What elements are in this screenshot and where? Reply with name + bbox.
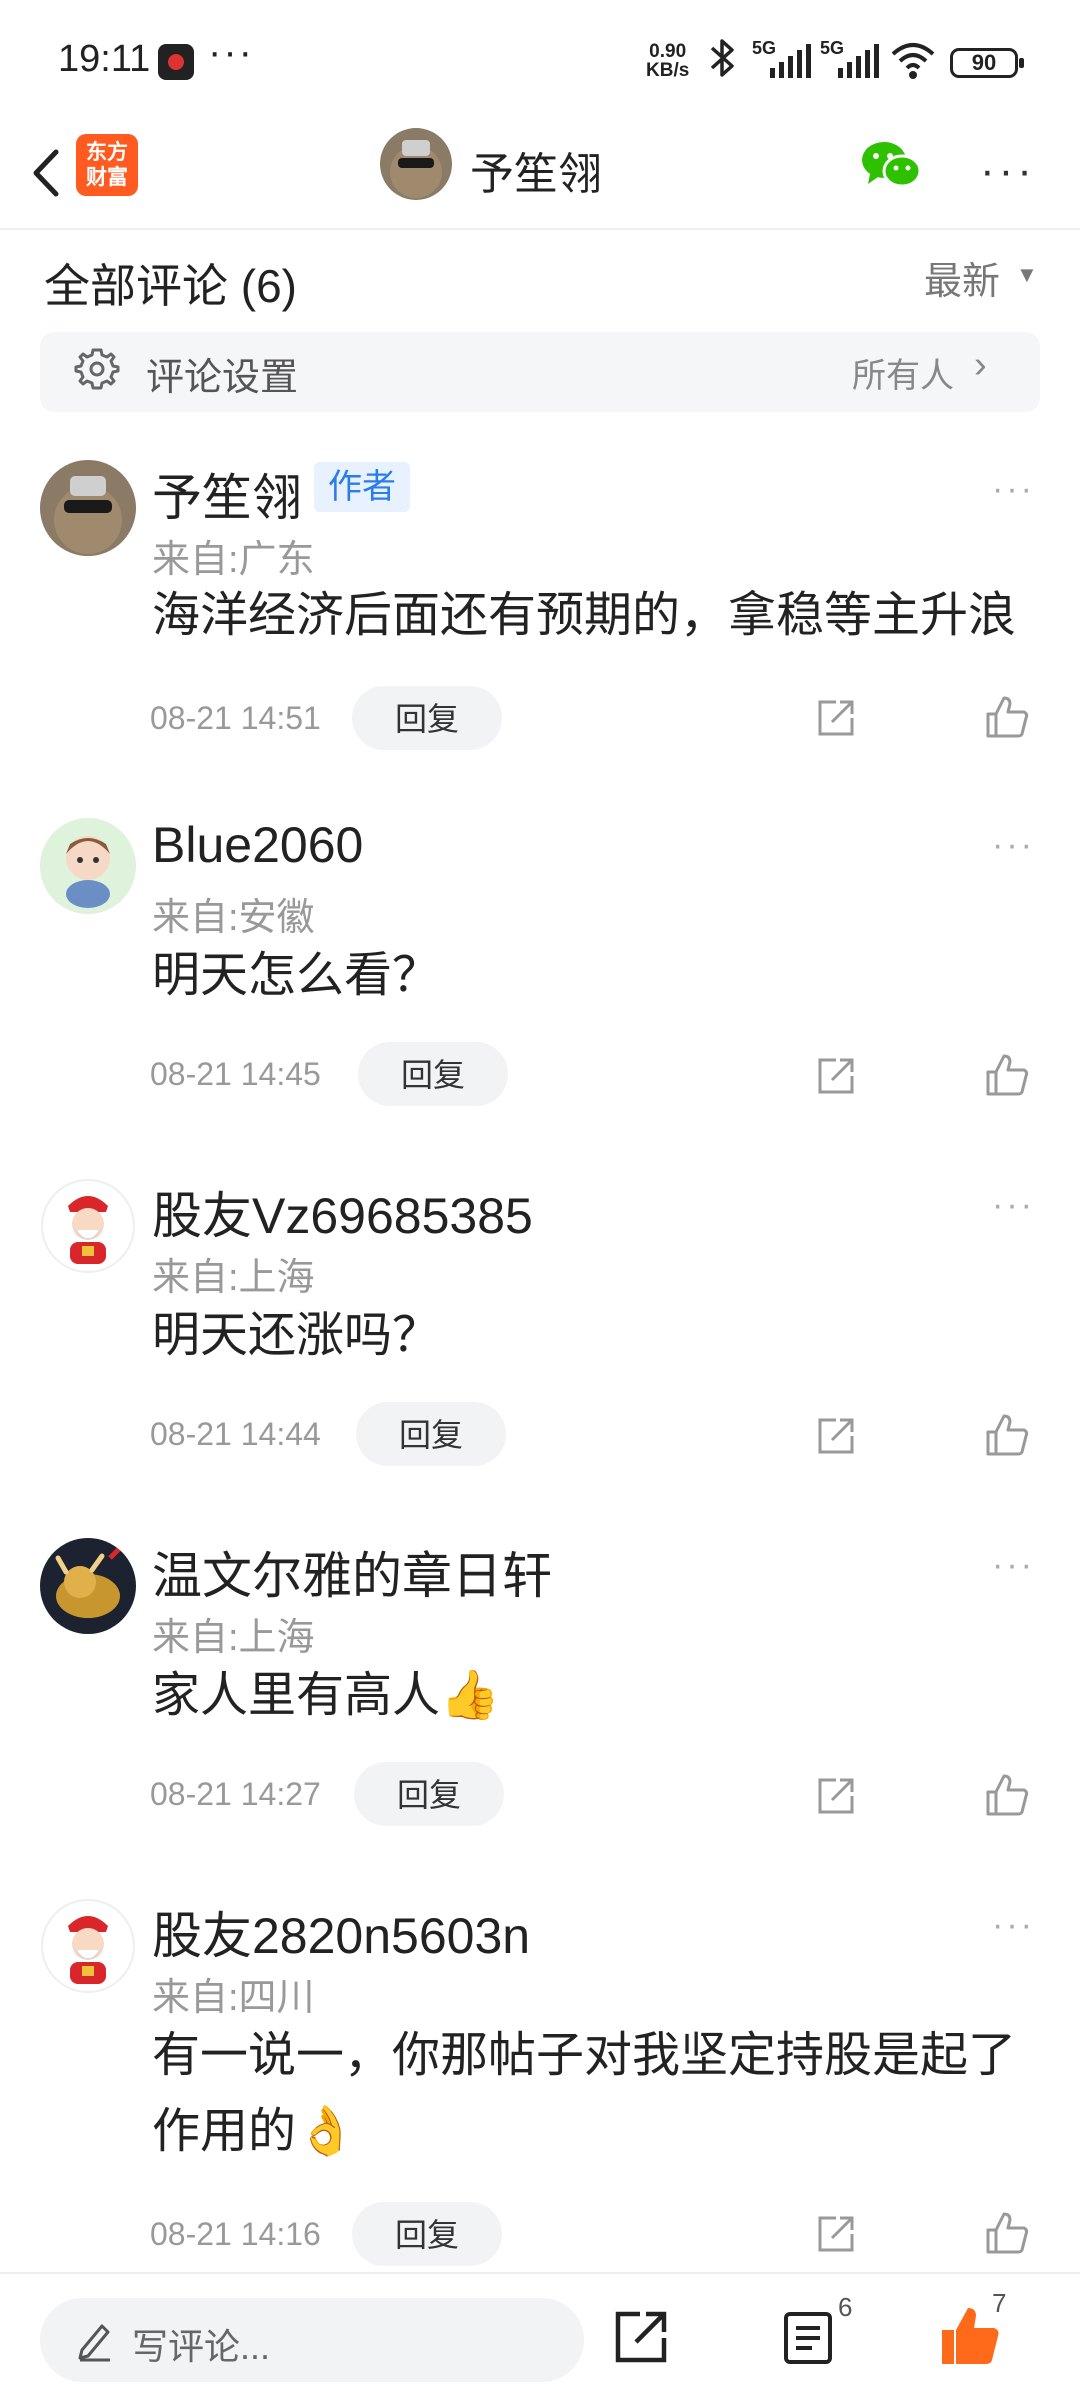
reply-button[interactable]: 回复 [358, 1042, 508, 1106]
author-badge: 作者 [314, 462, 410, 512]
reply-button[interactable]: 回复 [356, 1402, 506, 1466]
bottom-action-bar: 写评论... 6 7 [0, 2272, 1080, 2402]
thumbs-up-icon[interactable] [984, 1412, 1030, 1458]
commenter-name[interactable]: 予笙翎 [152, 458, 302, 530]
comment-count: 6 [838, 2292, 853, 2322]
comment-item: 温文尔雅的章日轩 ··· 来自:上海 家人里有高人👍 08-21 14:27 回… [0, 1536, 1080, 1836]
comment-item: 股友2820n5603n ··· 来自:四川 有一说一，你那帖子对我坚定持股是起… [0, 1896, 1080, 2272]
comment-time: 08-21 14:45 [150, 1056, 321, 1092]
comment-time: 08-21 14:16 [150, 2216, 321, 2252]
share-icon[interactable] [814, 2212, 858, 2256]
reply-button[interactable]: 回复 [352, 686, 502, 750]
reply-button[interactable]: 回复 [354, 1762, 504, 1826]
share-icon[interactable] [814, 696, 858, 740]
share-icon[interactable] [814, 1414, 858, 1458]
commenter-location: 来自:安徽 [152, 897, 315, 939]
more-options-icon[interactable]: ··· [980, 146, 1036, 196]
status-time: 19:11 [58, 38, 151, 80]
pencil-icon [78, 2324, 110, 2362]
share-icon[interactable] [612, 2308, 670, 2366]
commenter-avatar[interactable] [40, 1898, 136, 1994]
wechat-share-icon[interactable] [860, 138, 922, 192]
network-speed-unit: KB/s [646, 60, 690, 81]
status-bar: 19:11 ··· 0.90 KB/s 5G 5G 90 [0, 0, 1080, 120]
back-arrow-icon[interactable] [22, 138, 72, 208]
comment-time: 08-21 14:44 [150, 1416, 321, 1452]
commenter-location: 来自:四川 [152, 1977, 315, 2019]
top-nav-bar: 东方 财富 予笙翎 ··· [0, 120, 1080, 230]
sort-caret-icon[interactable]: ▼ [1016, 262, 1038, 288]
all-comments-title: 全部评论 (6) [44, 260, 297, 312]
bluetooth-icon [710, 39, 734, 77]
thumbs-up-icon[interactable] [984, 2210, 1030, 2256]
comment-time: 08-21 14:27 [150, 1776, 321, 1812]
thumbs-up-icon[interactable] [984, 694, 1030, 740]
author-avatar[interactable] [380, 128, 452, 200]
comment-more-icon[interactable]: ··· [992, 470, 1035, 509]
commenter-location: 来自:上海 [152, 1617, 315, 1659]
comment-more-icon[interactable]: ··· [992, 1546, 1035, 1585]
comment-permission-value: 所有人 [852, 357, 954, 395]
commenter-location: 来自:广东 [152, 539, 315, 581]
like-count: 7 [992, 2288, 1007, 2318]
comment-more-icon[interactable]: ··· [992, 826, 1035, 865]
thumbs-up-icon[interactable] [984, 1052, 1030, 1098]
logo-line-1: 东方 [86, 141, 128, 164]
thumbs-up-icon[interactable] [984, 1772, 1030, 1818]
network-speed: 0.90 KB/s [646, 42, 689, 80]
chevron-right-icon: › [974, 344, 987, 386]
comment-item: Blue2060 ··· 来自:安徽 明天怎么看？ 08-21 14:45 回复 [0, 816, 1080, 1116]
commenter-location: 来自:上海 [152, 1257, 315, 1299]
logo-line-2: 财富 [86, 166, 128, 189]
comment-time: 08-21 14:51 [150, 700, 321, 736]
commenter-name[interactable]: 股友Vz69685385 [152, 1176, 533, 1248]
status-more-icon: ··· [208, 30, 254, 74]
commenter-avatar[interactable] [40, 460, 136, 556]
cellular-signal-icon-2: 5G [820, 38, 890, 78]
write-comment-placeholder: 写评论... [132, 2326, 271, 2367]
comment-more-icon[interactable]: ··· [992, 1906, 1035, 1945]
wifi-icon [891, 43, 935, 79]
comment-item: 股友Vz69685385 ··· 来自:上海 明天还涨吗？ 08-21 14:4… [0, 1176, 1080, 1476]
share-icon[interactable] [814, 1774, 858, 1818]
commenter-avatar[interactable] [40, 1538, 136, 1634]
battery-indicator: 90 [950, 48, 1024, 78]
comment-text: 家人里有高人👍 [152, 1669, 500, 1722]
commenter-name[interactable]: Blue2060 [152, 816, 363, 874]
gear-icon [74, 348, 120, 390]
comment-settings-row[interactable]: 评论设置 所有人 › [40, 332, 1040, 412]
author-name[interactable]: 予笙翎 [470, 138, 602, 202]
comment-text: 有一说一，你那帖子对我坚定持股是起了作用的👌 [152, 2029, 1017, 2158]
comment-list-icon[interactable] [782, 2310, 834, 2366]
write-comment-input[interactable]: 写评论... [40, 2298, 584, 2382]
reply-button[interactable]: 回复 [352, 2202, 502, 2266]
cellular-signal-icon: 5G [752, 38, 822, 78]
comment-more-icon[interactable]: ··· [992, 1186, 1035, 1225]
commenter-name[interactable]: 股友2820n5603n [152, 1896, 530, 1968]
share-icon[interactable] [814, 1054, 858, 1098]
comment-item: 予笙翎 作者 ··· 来自:广东 海洋经济后面还有预期的，拿稳等主升浪 08-2… [0, 456, 1080, 756]
commenter-name[interactable]: 温文尔雅的章日轩 [152, 1536, 552, 1608]
notification-app-icon [158, 44, 194, 80]
sort-dropdown[interactable]: 最新 [924, 250, 1000, 305]
commenter-avatar[interactable] [40, 818, 136, 914]
comment-text: 海洋经济后面还有预期的，拿稳等主升浪 [152, 589, 1017, 642]
eastmoney-logo[interactable]: 东方 财富 [76, 134, 138, 196]
comment-text: 明天还涨吗？ [152, 1309, 441, 1362]
commenter-avatar[interactable] [40, 1178, 136, 1274]
network-speed-value: 0.90 [649, 41, 687, 62]
comment-settings-label: 评论设置 [146, 357, 299, 399]
comment-text: 明天怎么看？ [152, 949, 441, 1002]
